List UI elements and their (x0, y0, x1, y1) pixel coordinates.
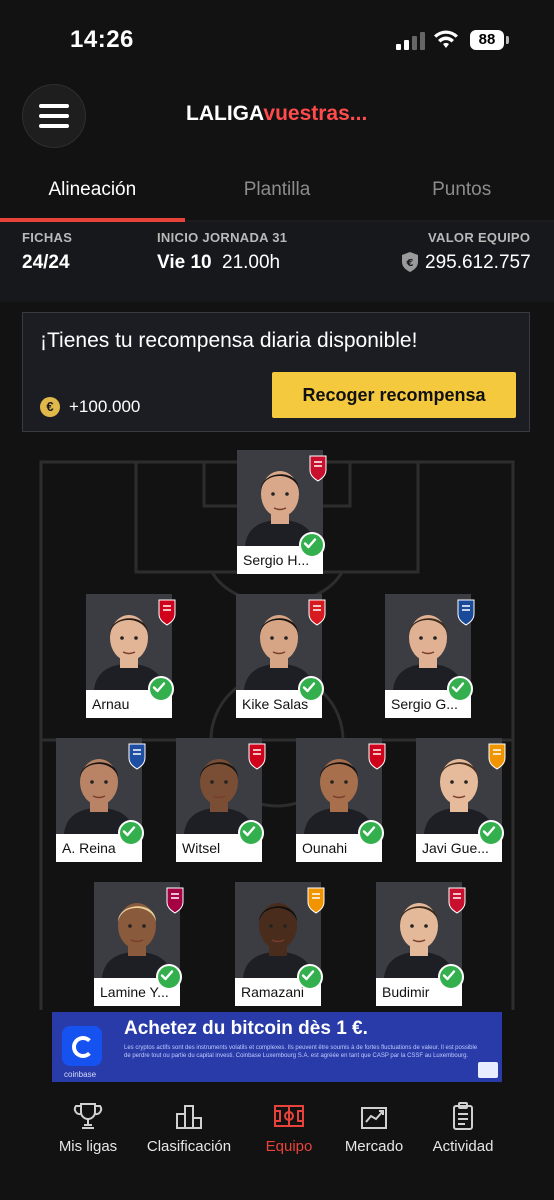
club-badge-icon (488, 742, 506, 770)
player-card[interactable]: Sergio H... (237, 450, 327, 574)
club-badge-icon (368, 742, 386, 770)
bottom-nav: Mis ligas Clasificación Equipo Mercado A… (0, 1088, 554, 1200)
club-badge-icon (309, 454, 327, 482)
league-name: vuestras... (263, 102, 368, 125)
menu-button[interactable] (22, 84, 86, 148)
valor-value: 295.612.757 (425, 252, 531, 273)
wifi-icon (434, 30, 458, 48)
reward-message: ¡Tienes tu recompensa diaria disponible! (40, 329, 418, 352)
check-icon (358, 820, 384, 846)
clipboard-icon (453, 1102, 473, 1130)
check-icon (447, 676, 473, 702)
jornada-label: INICIO JORNADA 31 (157, 230, 288, 245)
check-icon (156, 964, 182, 990)
euro-shield-icon: € (402, 252, 418, 272)
club-badge-icon (307, 886, 325, 914)
jornada-day: Vie 10 (157, 252, 212, 273)
hamburger-icon (39, 124, 69, 128)
nav-label: Mis ligas (58, 1138, 118, 1155)
hamburger-icon (39, 104, 69, 108)
coin-icon: € (40, 397, 60, 417)
daily-reward-card: ¡Tienes tu recompensa diaria disponible!… (22, 312, 530, 432)
club-badge-icon (158, 598, 176, 626)
lineup-pitch: Sergio H... Arnau Kike Salas Sergio G...… (0, 440, 554, 1010)
check-icon (438, 964, 464, 990)
check-icon (297, 964, 323, 990)
check-icon (478, 820, 504, 846)
coinbase-logo-icon (62, 1026, 102, 1066)
tab-bar: Alineación Plantilla Puntos (0, 160, 554, 222)
club-badge-icon (308, 598, 326, 626)
club-badge-icon (457, 598, 475, 626)
status-bar: 14:26 88 (0, 0, 554, 80)
reward-amount: +100.000 (69, 397, 141, 416)
tab-alineacion[interactable]: Alineación (0, 160, 185, 222)
ad-headline: Achetez du bitcoin dès 1 €. (124, 1018, 368, 1039)
player-card[interactable]: Sergio G... (385, 594, 475, 718)
fichas-value: 24/24 (22, 252, 70, 273)
check-icon (118, 820, 144, 846)
nav-label: Mercado (344, 1138, 404, 1155)
market-icon (361, 1107, 387, 1129)
tab-plantilla[interactable]: Plantilla (185, 160, 370, 220)
jornada-time: 21.00h (222, 252, 281, 273)
hamburger-icon (39, 114, 69, 118)
league-brand: LALIGA (186, 102, 264, 125)
trophy-icon (73, 1103, 103, 1129)
nav-label: Actividad (432, 1138, 494, 1155)
league-title[interactable]: LALIGAvuestras... (186, 102, 367, 126)
player-card[interactable]: A. Reina (56, 738, 146, 862)
player-card[interactable]: Kike Salas (236, 594, 326, 718)
podium-icon (176, 1105, 202, 1129)
player-card[interactable]: Arnau (86, 594, 176, 718)
player-card[interactable]: Javi Gue... (416, 738, 506, 862)
status-time: 14:26 (70, 26, 134, 53)
check-icon (298, 676, 324, 702)
player-card[interactable]: Ramazani (235, 882, 325, 1006)
collect-reward-button[interactable]: Recoger recompensa (272, 372, 516, 418)
club-badge-icon (248, 742, 266, 770)
ad-fine-print: Les cryptos actifs sont des instruments … (124, 1045, 478, 1059)
check-icon (238, 820, 264, 846)
player-card[interactable]: Lamine Y... (94, 882, 184, 1006)
svg-text:€: € (406, 258, 414, 269)
check-icon (148, 676, 174, 702)
ad-banner[interactable]: coinbase Achetez du bitcoin dès 1 €. Les… (52, 1012, 502, 1082)
player-card[interactable]: Witsel (176, 738, 266, 862)
team-info-bar: FICHAS 24/24 INICIO JORNADA 31 Vie 10 21… (0, 222, 554, 302)
battery-indicator: 88 (470, 30, 509, 50)
club-badge-icon (166, 886, 184, 914)
adchoices-icon[interactable] (478, 1062, 498, 1078)
ad-brand: coinbase (64, 1070, 97, 1079)
player-card[interactable]: Ounahi (296, 738, 386, 862)
club-badge-icon (448, 886, 466, 914)
nav-label: Clasificación (146, 1138, 232, 1155)
cellular-signal-icon (396, 32, 425, 50)
player-card[interactable]: Budimir (376, 882, 466, 1006)
valor-label: VALOR EQUIPO (428, 230, 531, 245)
club-badge-icon (128, 742, 146, 770)
check-icon (299, 532, 325, 558)
pitch-icon (274, 1105, 304, 1127)
fichas-label: FICHAS (22, 230, 73, 245)
tab-puntos[interactable]: Puntos (369, 160, 554, 220)
